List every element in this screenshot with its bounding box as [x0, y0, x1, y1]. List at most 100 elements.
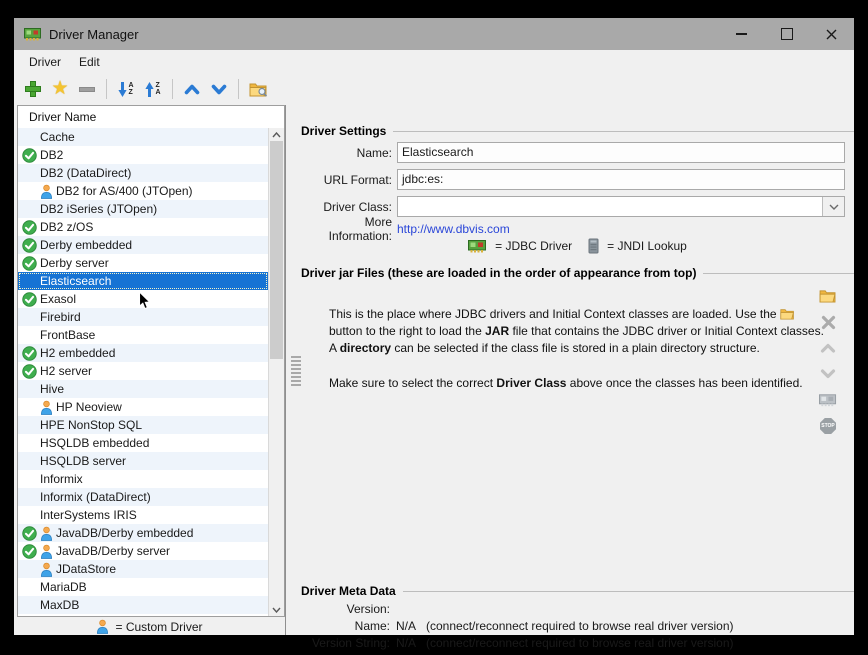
driver-name-label: DB2 z/OS	[40, 220, 93, 234]
driver-list-row[interactable]: Informix	[18, 470, 268, 488]
driver-details-panel: Driver Settings Name: Elasticsearch URL …	[301, 124, 854, 653]
driver-list-row[interactable]: Informix (DataDirect)	[18, 488, 268, 506]
menu-driver[interactable]: Driver	[20, 52, 70, 72]
meta-version-string-row: Version String: N/A (connect/reconnect r…	[301, 635, 734, 651]
find-driver-class-button[interactable]	[819, 391, 837, 409]
driver-list-row[interactable]: JDataStore	[18, 560, 268, 578]
driver-name-label: DB2 for AS/400 (JTOpen)	[56, 184, 193, 198]
check-slot	[22, 220, 40, 235]
url-format-label: URL Format:	[301, 173, 392, 187]
driver-list-row[interactable]: InterSystems IRIS	[18, 506, 268, 524]
driver-name-label: DB2 (DataDirect)	[40, 166, 131, 180]
jar-files-instructions: This is the place where JDBC drivers and…	[329, 306, 829, 357]
scroll-up-button[interactable]	[269, 128, 284, 141]
driver-list-row[interactable]: H2 embedded	[18, 344, 268, 362]
open-jar-button[interactable]	[819, 287, 837, 305]
driver-list-row[interactable]: DB2	[18, 146, 268, 164]
driver-list-row[interactable]: DB2 for AS/400 (JTOpen)	[18, 182, 268, 200]
move-jar-down-button[interactable]	[819, 365, 837, 383]
driver-list-row[interactable]: DB2 iSeries (JTOpen)	[18, 200, 268, 218]
url-format-input[interactable]: jdbc:es:	[397, 169, 845, 190]
sort-descending-button[interactable]: ZA	[142, 78, 164, 100]
add-driver-button[interactable]	[22, 78, 44, 100]
check-slot	[22, 346, 40, 361]
vertical-scrollbar[interactable]	[268, 128, 284, 616]
driver-list-row[interactable]: DB2 (DataDirect)	[18, 164, 268, 182]
remove-jar-button[interactable]	[819, 313, 837, 331]
name-input[interactable]: Elasticsearch	[397, 142, 845, 163]
driver-list-rows: Cache DB2 DB2 (DataDirect) DB2 for AS/40…	[18, 128, 268, 616]
driver-name-label: Informix (DataDirect)	[40, 490, 151, 504]
driver-list-row[interactable]: H2 server	[18, 362, 268, 380]
driver-list-row[interactable]: HP Neoview	[18, 398, 268, 416]
create-from-template-button[interactable]: ★	[49, 78, 71, 100]
driver-list-row[interactable]: JavaDB/Derby embedded	[18, 524, 268, 542]
sort-ascending-button[interactable]: AZ	[115, 78, 137, 100]
custom-driver-icon	[40, 544, 53, 559]
combo-dropdown-button[interactable]	[822, 197, 844, 216]
scroll-down-button[interactable]	[269, 603, 284, 616]
dbvis-link[interactable]: http://www.dbvis.com	[397, 222, 510, 236]
driver-list-header[interactable]: Driver Name	[18, 106, 284, 129]
driver-class-combobox[interactable]	[397, 196, 845, 217]
jdbc-legend-text: = JDBC Driver	[495, 239, 572, 253]
driver-list-row[interactable]: MaxDB	[18, 596, 268, 614]
driver-jar-files-section: Driver jar Files (these are loaded in th…	[301, 266, 854, 280]
driver-name-label: JDataStore	[56, 562, 116, 576]
chevron-down-icon	[211, 84, 227, 95]
driver-class-value	[398, 197, 822, 216]
driver-name-label: H2 server	[40, 364, 92, 378]
scrollbar-thumb[interactable]	[270, 141, 283, 359]
remove-driver-button[interactable]	[76, 78, 98, 100]
close-button[interactable]	[809, 18, 854, 50]
driver-list-row[interactable]: HSQLDB server	[18, 452, 268, 470]
driver-name-label: Elasticsearch	[40, 274, 111, 288]
check-slot	[22, 364, 40, 379]
driver-list-row[interactable]: Derby embedded	[18, 236, 268, 254]
name-row: Name: Elasticsearch	[301, 142, 845, 163]
move-down-button[interactable]	[208, 78, 230, 100]
stop-button[interactable]: STOP	[819, 417, 837, 435]
driver-list-row[interactable]: Cache	[18, 128, 268, 146]
custom-driver-icon	[96, 619, 109, 634]
menu-edit[interactable]: Edit	[70, 52, 109, 72]
driver-list-row[interactable]: Derby server	[18, 254, 268, 272]
driver-list-row[interactable]: Hive	[18, 380, 268, 398]
driver-ready-check-icon	[22, 346, 37, 361]
check-slot	[22, 238, 40, 253]
minimize-button[interactable]	[719, 18, 764, 50]
driver-list-row[interactable]: JavaDB/Derby server	[18, 542, 268, 560]
driver-type-legend: = JDBC Driver = JNDI Lookup	[301, 238, 854, 254]
find-driver-files-button[interactable]	[247, 78, 269, 100]
driver-name-label: HSQLDB embedded	[40, 436, 149, 450]
driver-name-label: HSQLDB server	[40, 454, 126, 468]
driver-list-row[interactable]: HSQLDB embedded	[18, 434, 268, 452]
section-title: Driver Meta Data	[301, 584, 396, 598]
driver-list-row[interactable]: DB2 z/OS	[18, 218, 268, 236]
driver-meta-data-section: Driver Meta Data	[301, 584, 854, 598]
driver-name-label: JavaDB/Derby server	[56, 544, 170, 558]
driver-name-label: HPE NonStop SQL	[40, 418, 142, 432]
driver-list-row[interactable]: HPE NonStop SQL	[18, 416, 268, 434]
driver-name-label: Informix	[40, 472, 83, 486]
driver-name-label: DB2 iSeries (JTOpen)	[40, 202, 157, 216]
split-divider-grip[interactable]	[291, 356, 301, 386]
plus-icon	[25, 81, 41, 97]
check-slot	[22, 256, 40, 271]
move-up-button[interactable]	[181, 78, 203, 100]
maximize-button[interactable]	[764, 18, 809, 50]
maximize-icon	[781, 28, 793, 40]
window-title: Driver Manager	[49, 27, 139, 42]
driver-name-label: MaxDB	[40, 598, 79, 612]
driver-list-row[interactable]: MariaDB	[18, 578, 268, 596]
custom-driver-icon	[40, 526, 53, 541]
name-label: Name:	[301, 146, 392, 160]
driver-list-row[interactable]: Elasticsearch	[18, 272, 268, 290]
meta-name-row: Name: N/A (connect/reconnect required to…	[301, 618, 734, 634]
driver-name-label: Derby server	[40, 256, 109, 270]
title-bar[interactable]: Driver Manager	[14, 18, 854, 50]
split-divider[interactable]	[285, 105, 286, 635]
driver-list-row[interactable]: FrontBase	[18, 326, 268, 344]
move-jar-up-button[interactable]	[819, 339, 837, 357]
custom-driver-legend: = Custom Driver	[14, 618, 285, 635]
